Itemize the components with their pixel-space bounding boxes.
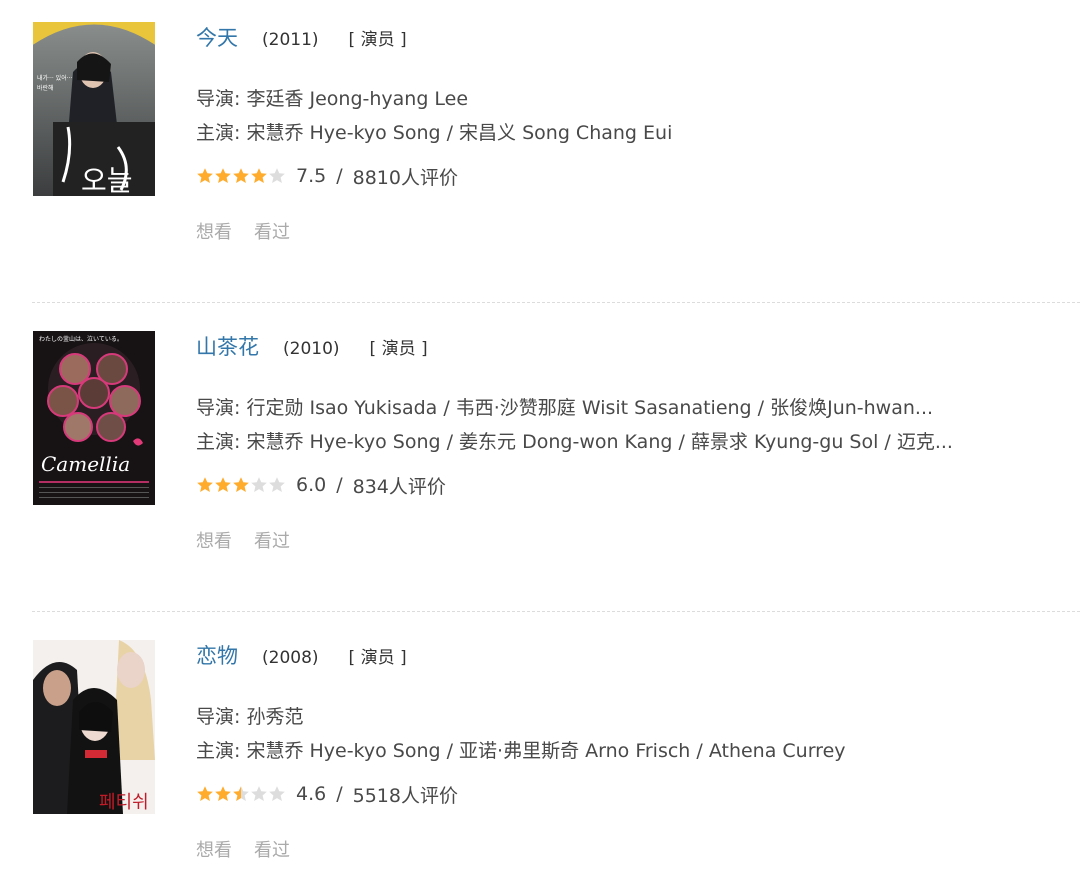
- star-full-icon: [233, 168, 249, 183]
- film-meta: 导演: 行定勋 Isao Yukisada / 韦西·沙赞那庭 Wisit Sa…: [196, 391, 1060, 459]
- film-info: 今天 (2011) [ 演员 ] 导演: 李廷香 Jeong-hyang Lee…: [196, 22, 1060, 244]
- film-meta: 导演: 孙秀范 主演: 宋慧乔 Hye-kyo Song / 亚诺·弗里斯奇 A…: [196, 700, 1060, 768]
- film-list: 내가··· 있어··· 바란해 오늘 今天 (2011) [ 演员 ] 导演: …: [0, 0, 1080, 882]
- poster-title: Camellia: [41, 452, 130, 476]
- rating-row: 6.0 / 834人评价: [196, 471, 1060, 499]
- title-row: 恋物 (2008) [ 演员 ]: [196, 640, 1060, 676]
- star-full-icon: [197, 477, 213, 492]
- item-divider: [32, 611, 1080, 612]
- star-full-icon: [233, 477, 249, 492]
- film-title-link[interactable]: 今天: [196, 22, 238, 52]
- rating-score: 4.6: [296, 783, 327, 805]
- star-empty-icon: [251, 477, 267, 492]
- watched-button[interactable]: 看过: [254, 527, 290, 553]
- star-half-icon: [233, 786, 249, 801]
- director-line: 导演: 孙秀范: [196, 706, 304, 728]
- rating-stars: [196, 785, 286, 803]
- film-item: 페티쉬 恋物 (2008) [ 演员 ] 导演: 孙秀范 主演: 宋慧乔 Hye…: [0, 640, 1080, 882]
- film-role: [ 演员 ]: [348, 648, 407, 668]
- star-empty-icon: [269, 477, 285, 492]
- poster-image[interactable]: わたしの釜山は、泣いている。 Camellia: [33, 331, 155, 505]
- rating-score: 7.5: [296, 165, 327, 187]
- actions: 想看 看过: [196, 836, 1060, 862]
- want-to-watch-button[interactable]: 想看: [196, 527, 232, 553]
- poster-tagline: わたしの釜山は、泣いている。: [39, 335, 123, 343]
- film-info: 恋物 (2008) [ 演员 ] 导演: 孙秀范 主演: 宋慧乔 Hye-kyo…: [196, 640, 1060, 862]
- film-role: [ 演员 ]: [348, 30, 407, 50]
- rating-separator: /: [336, 165, 343, 187]
- film-item: 내가··· 있어··· 바란해 오늘 今天 (2011) [ 演员 ] 导演: …: [0, 22, 1080, 297]
- film-year: (2010): [283, 339, 340, 359]
- film-year: (2011): [262, 30, 319, 50]
- director-line: 导演: 李廷香 Jeong-hyang Lee: [196, 88, 469, 110]
- poster-image[interactable]: 페티쉬: [33, 640, 155, 814]
- rating-separator: /: [336, 783, 343, 805]
- rating-votes-link[interactable]: 834人评价: [353, 472, 446, 499]
- star-empty-icon: [269, 168, 285, 183]
- director-line: 导演: 行定勋 Isao Yukisada / 韦西·沙赞那庭 Wisit Sa…: [196, 397, 934, 419]
- actions: 想看 看过: [196, 527, 1060, 553]
- want-to-watch-button[interactable]: 想看: [196, 218, 232, 244]
- rating-stars: [196, 167, 286, 185]
- rating-score: 6.0: [296, 474, 327, 496]
- rating-row: 4.6 / 5518人评价: [196, 780, 1060, 808]
- star-full-icon: [197, 786, 213, 801]
- star-full-icon: [215, 168, 231, 183]
- rating-row: 7.5 / 8810人评价: [196, 162, 1060, 190]
- star-full-icon: [197, 168, 213, 183]
- film-info: 山茶花 (2010) [ 演员 ] 导演: 行定勋 Isao Yukisada …: [196, 331, 1060, 553]
- actions: 想看 看过: [196, 218, 1060, 244]
- star-full-icon: [251, 168, 267, 183]
- film-title-link[interactable]: 恋物: [196, 640, 238, 670]
- star-full-icon: [215, 786, 231, 801]
- poster-tagline: 바란해: [37, 84, 54, 92]
- watched-button[interactable]: 看过: [254, 218, 290, 244]
- cast-line: 主演: 宋慧乔 Hye-kyo Song / 亚诺·弗里斯奇 Arno Fris…: [196, 740, 846, 762]
- item-divider: [32, 302, 1080, 303]
- poster-title: 오늘: [81, 164, 133, 196]
- title-row: 今天 (2011) [ 演员 ]: [196, 22, 1060, 58]
- poster-image[interactable]: 내가··· 있어··· 바란해 오늘: [33, 22, 155, 196]
- poster-title: 페티쉬: [99, 792, 149, 813]
- cast-line: 主演: 宋慧乔 Hye-kyo Song / 姜东元 Dong-won Kang…: [196, 431, 953, 453]
- star-empty-icon: [269, 786, 285, 801]
- cast-line: 主演: 宋慧乔 Hye-kyo Song / 宋昌义 Song Chang Eu…: [196, 122, 673, 144]
- film-year: (2008): [262, 648, 319, 668]
- title-row: 山茶花 (2010) [ 演员 ]: [196, 331, 1060, 367]
- rating-votes-link[interactable]: 8810人评价: [353, 163, 458, 190]
- film-item: わたしの釜山は、泣いている。 Camellia 山茶花 (2010) [ 演员 …: [0, 331, 1080, 606]
- poster-tagline: 내가··· 있어···: [37, 74, 73, 82]
- rating-votes-link[interactable]: 5518人评价: [353, 781, 458, 808]
- star-full-icon: [215, 477, 231, 492]
- rating-separator: /: [336, 474, 343, 496]
- film-title-link[interactable]: 山茶花: [196, 331, 259, 361]
- want-to-watch-button[interactable]: 想看: [196, 836, 232, 862]
- rating-stars: [196, 476, 286, 494]
- film-meta: 导演: 李廷香 Jeong-hyang Lee 主演: 宋慧乔 Hye-kyo …: [196, 82, 1060, 150]
- star-empty-icon: [251, 786, 267, 801]
- watched-button[interactable]: 看过: [254, 836, 290, 862]
- film-role: [ 演员 ]: [369, 339, 428, 359]
